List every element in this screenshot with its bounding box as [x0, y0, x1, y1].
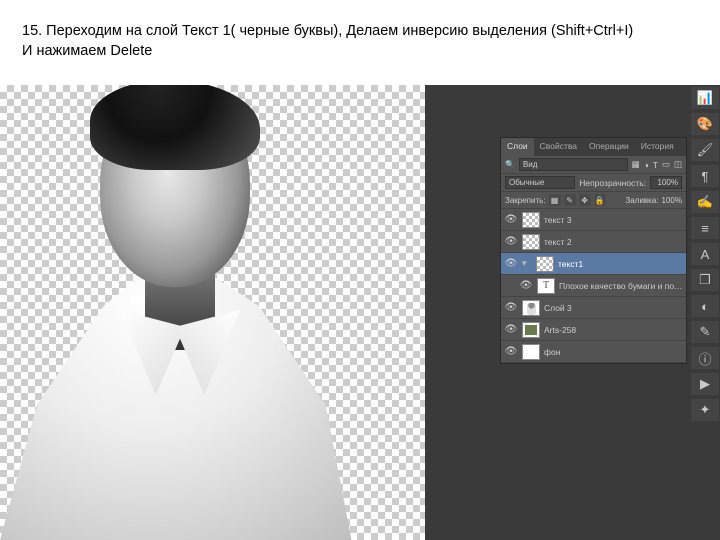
- visibility-icon[interactable]: 👁: [504, 236, 518, 247]
- actions-icon[interactable]: ▶: [691, 373, 719, 395]
- layer-name: текст 2: [544, 237, 683, 247]
- kind-select[interactable]: Вид: [519, 158, 628, 171]
- layer-item-text3[interactable]: 👁 текст 3: [501, 209, 686, 231]
- layer-name: Плохое качество бумаги и полиграфии пред…: [559, 281, 683, 291]
- adjust-icon[interactable]: ◐: [691, 295, 719, 317]
- lock-row: Закрепить: ▦ ✎ ✥ 🔒 Заливка: 100%: [501, 192, 686, 209]
- layer-thumbnail: [537, 278, 555, 294]
- lock-all-icon[interactable]: 🔒: [594, 194, 606, 206]
- blend-mode-select[interactable]: Обычные: [505, 176, 575, 189]
- right-tool-column: 📊 🎨 🖌 ¶ ✍ ≡ A ❐ ◐ ✎ ⓘ ▶ ✦: [691, 87, 719, 421]
- layer-thumbnail: [522, 234, 540, 250]
- layer-item-layer3[interactable]: 👁 Слой 3: [501, 297, 686, 319]
- tab-ops[interactable]: Операции: [583, 138, 635, 156]
- layer-name: фон: [544, 347, 683, 357]
- filter-adj-icon[interactable]: ◑: [644, 160, 649, 170]
- layers-icon[interactable]: ❐: [691, 269, 719, 291]
- canvas-area[interactable]: [0, 85, 425, 540]
- tab-props[interactable]: Свойства: [534, 138, 583, 156]
- portrait-image: [0, 85, 425, 540]
- visibility-icon[interactable]: 👁: [519, 280, 533, 291]
- lock-pixels-icon[interactable]: ▦: [549, 194, 561, 206]
- layer-thumbnail: [522, 322, 540, 338]
- clone-icon[interactable]: ✍: [691, 191, 719, 213]
- layer-name: Arts-258: [544, 325, 683, 335]
- layer-item-text1[interactable]: 👁 ▾ текст1: [501, 253, 686, 275]
- panel-tabs: Слои Свойства Операции История: [501, 138, 686, 156]
- lock-paint-icon[interactable]: ✎: [564, 194, 576, 206]
- instruction-text: 15. Переходим на слой Текст 1( черные бу…: [22, 22, 698, 61]
- layer-thumbnail: [536, 256, 554, 272]
- opacity-value[interactable]: 100%: [650, 176, 682, 189]
- lock-label: Закрепить:: [505, 196, 546, 205]
- filter-smart-icon[interactable]: ◫: [674, 159, 682, 170]
- filter-shape-icon[interactable]: ▭: [662, 159, 670, 170]
- tab-layers[interactable]: Слои: [501, 138, 534, 156]
- photoshop-panel-area: 📊 🎨 🖌 ¶ ✍ ≡ A ❐ ◐ ✎ ⓘ ▶ ✦ Слои Свойства …: [425, 85, 720, 540]
- search-icon[interactable]: 🔍: [505, 160, 515, 169]
- filter-txt-icon[interactable]: T: [653, 160, 658, 170]
- visibility-icon[interactable]: 👁: [504, 324, 518, 335]
- layer-item-text-sublayer[interactable]: 👁 Плохое качество бумаги и полиграфии пр…: [501, 275, 686, 297]
- layer-thumbnail: [522, 344, 540, 360]
- layer-item-background[interactable]: 👁 фон: [501, 341, 686, 363]
- visibility-icon[interactable]: 👁: [504, 302, 518, 313]
- instruction-line-1: 15. Переходим на слой Текст 1( черные бу…: [22, 22, 698, 42]
- notes-icon[interactable]: ✎: [691, 321, 719, 343]
- text-icon[interactable]: ¶: [691, 165, 719, 187]
- group-chevron-icon[interactable]: ▾: [522, 258, 532, 269]
- brush-icon[interactable]: 🖌: [691, 139, 719, 161]
- portrait-hair: [90, 85, 260, 170]
- histogram-icon[interactable]: 📊: [691, 87, 719, 109]
- kind-filter-row: 🔍 Вид ▦ ◑ T ▭ ◫: [501, 156, 686, 174]
- filter-img-icon[interactable]: ▦: [632, 159, 640, 170]
- fill-label: Заливка:: [626, 196, 659, 205]
- layer-thumbnail: [522, 212, 540, 228]
- visibility-icon[interactable]: 👁: [504, 214, 518, 225]
- layer-name: Слой 3: [544, 303, 683, 313]
- layer-list: 👁 текст 3 👁 текст 2 👁 ▾ текст1 👁 Плохое …: [501, 209, 686, 363]
- lock-position-icon[interactable]: ✥: [579, 194, 591, 206]
- opacity-label: Непрозрачность:: [579, 178, 646, 188]
- tab-history[interactable]: История: [635, 138, 680, 156]
- character-icon[interactable]: A: [691, 243, 719, 265]
- layer-item-arts258[interactable]: 👁 Arts-258: [501, 319, 686, 341]
- visibility-icon[interactable]: 👁: [504, 258, 518, 269]
- layer-name: текст 3: [544, 215, 683, 225]
- layer-thumbnail: [522, 300, 540, 316]
- fill-value[interactable]: 100%: [662, 196, 682, 205]
- visibility-icon[interactable]: 👁: [504, 346, 518, 357]
- instruction-line-2: И нажимаем Delete: [22, 42, 698, 62]
- layers-panel: Слои Свойства Операции История 🔍 Вид ▦ ◑…: [500, 137, 687, 364]
- info-icon[interactable]: ⓘ: [691, 347, 719, 369]
- path-icon[interactable]: ✦: [691, 399, 719, 421]
- blend-opacity-row: Обычные Непрозрачность: 100%: [501, 174, 686, 192]
- swatches-icon[interactable]: 🎨: [691, 113, 719, 135]
- layer-item-text2[interactable]: 👁 текст 2: [501, 231, 686, 253]
- layer-name: текст1: [558, 259, 683, 269]
- paragraph-icon[interactable]: ≡: [691, 217, 719, 239]
